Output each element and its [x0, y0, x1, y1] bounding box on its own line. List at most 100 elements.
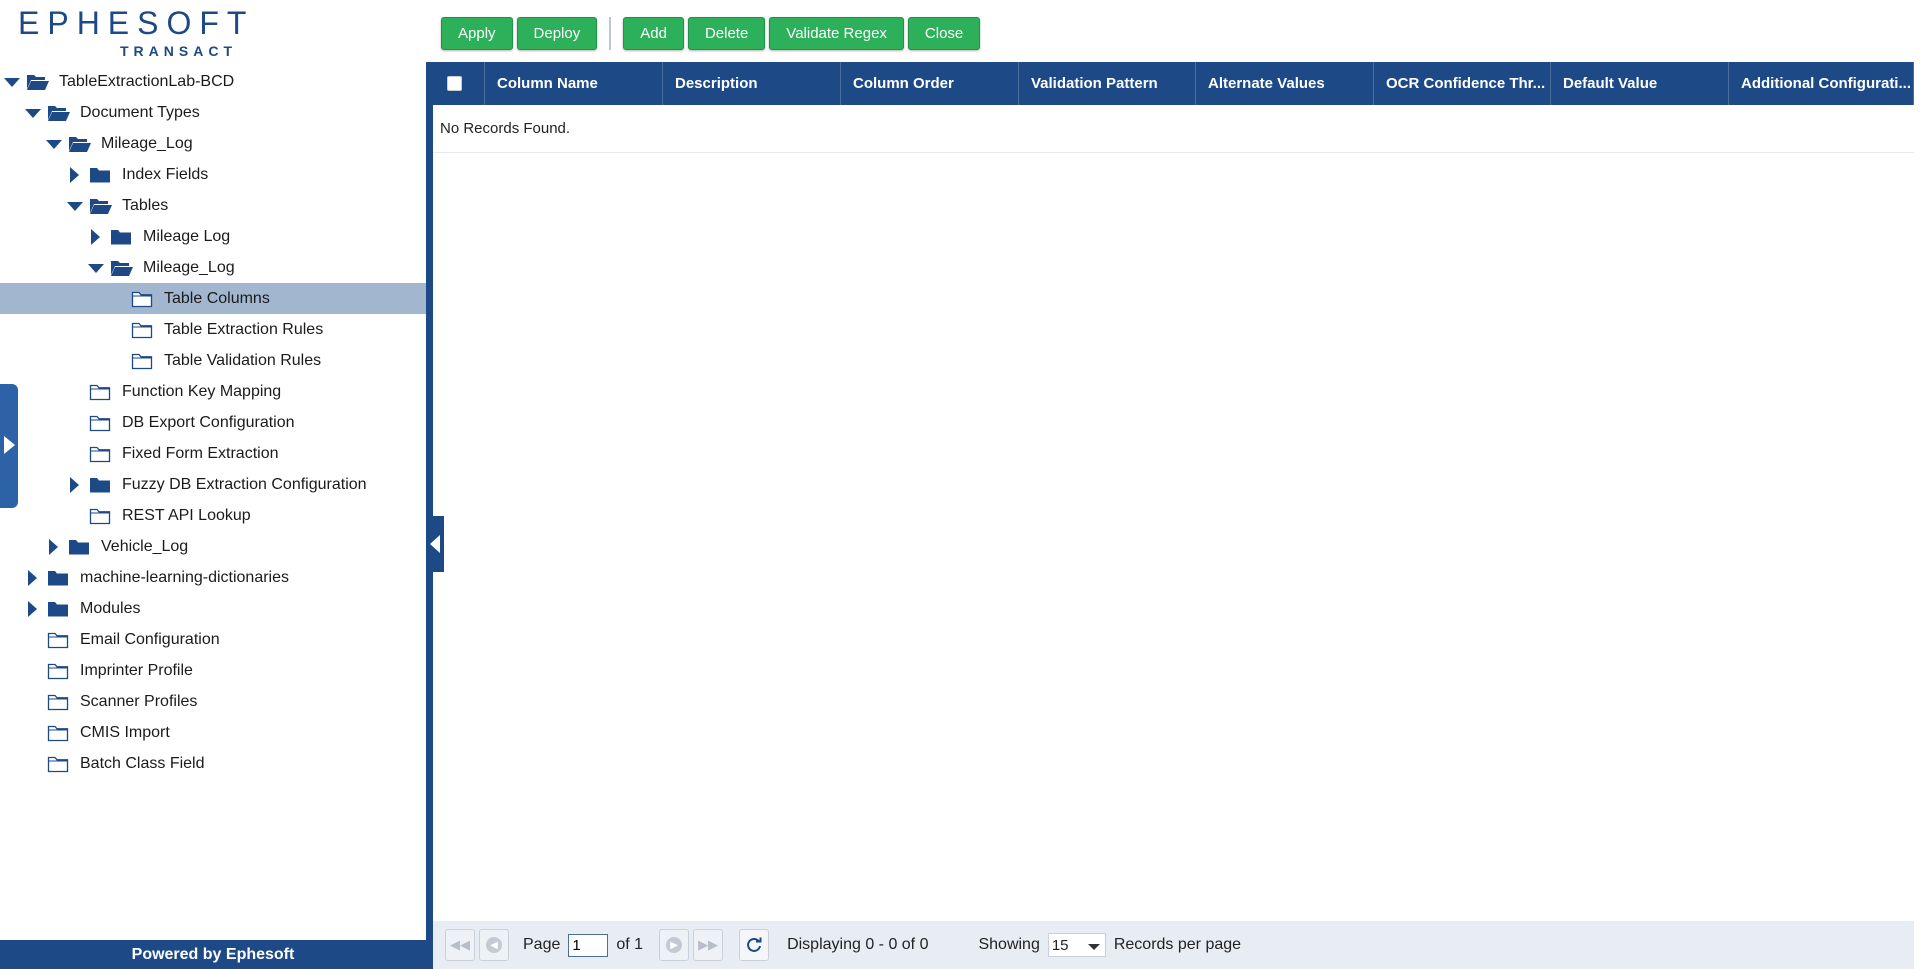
logo-subtitle: TRANSACT	[120, 43, 237, 59]
tree-item-db-export-configuration[interactable]: DB Export Configuration	[0, 407, 426, 438]
column-header-validation-pattern[interactable]: Validation Pattern	[1019, 62, 1196, 105]
open-folder-icon	[26, 73, 49, 90]
records-per-page-label: Records per page	[1113, 936, 1242, 953]
pagination-bar: ◀◀ ◀ Page of 1 ▶ ▶▶ Displaying 0 - 0 of …	[433, 921, 1914, 969]
collapsed-arrow-icon[interactable]	[46, 538, 60, 555]
logo-wordmark: EPHESOFT	[18, 5, 255, 41]
page-number-input[interactable]	[568, 933, 609, 957]
tree-item-mileage-log[interactable]: Mileage Log	[0, 221, 426, 252]
records-per-page-select[interactable]: 15	[1047, 933, 1106, 957]
refresh-icon[interactable]	[739, 929, 770, 961]
tree-item-label: REST API Lookup	[122, 506, 251, 524]
select-all-checkbox[interactable]	[447, 76, 462, 91]
tree-item-mileage-log[interactable]: Mileage_Log	[0, 128, 426, 159]
column-header-column-order[interactable]: Column Order	[841, 62, 1019, 105]
validate-regex-button[interactable]: Validate Regex	[769, 17, 904, 50]
open-folder-icon	[110, 259, 133, 276]
column-header-column-name[interactable]: Column Name	[485, 62, 663, 105]
tree-item-label: DB Export Configuration	[122, 413, 295, 431]
expanded-arrow-icon[interactable]	[46, 136, 62, 152]
folder-outline-icon	[47, 631, 69, 649]
tree-item-label: Table Columns	[164, 289, 270, 307]
tree-item-imprinter-profile[interactable]: Imprinter Profile	[0, 655, 426, 686]
tree-item-tableextractionlab-bcd[interactable]: TableExtractionLab-BCD	[0, 66, 426, 97]
tree-item-scanner-profiles[interactable]: Scanner Profiles	[0, 686, 426, 717]
tree-item-table-columns[interactable]: Table Columns	[0, 283, 426, 314]
folder-outline-icon	[89, 414, 111, 432]
close-button[interactable]: Close	[907, 17, 981, 50]
apply-button[interactable]: Apply	[441, 17, 513, 50]
expanded-arrow-icon[interactable]	[67, 198, 83, 214]
expanded-arrow-icon[interactable]	[88, 260, 104, 276]
column-header-description[interactable]: Description	[663, 62, 841, 105]
deploy-button[interactable]: Deploy	[516, 17, 598, 50]
next-page-icon[interactable]: ▶	[659, 929, 690, 961]
first-page-icon[interactable]: ◀◀	[445, 929, 475, 961]
tree-item-function-key-mapping[interactable]: Function Key Mapping	[0, 376, 426, 407]
grid-header: Column Name Description Column Order Val…	[433, 62, 1914, 105]
folder-outline-icon	[131, 321, 153, 339]
tree-item-rest-api-lookup[interactable]: REST API Lookup	[0, 500, 426, 531]
folder-outline-icon	[89, 507, 111, 525]
tree-item-document-types[interactable]: Document Types	[0, 97, 426, 128]
tree-item-machine-learning-dictionaries[interactable]: machine-learning-dictionaries	[0, 562, 426, 593]
add-button[interactable]: Add	[623, 17, 684, 50]
column-header-alternate-values[interactable]: Alternate Values	[1196, 62, 1374, 105]
tree-item-label: Vehicle_Log	[101, 537, 189, 555]
folder-outline-icon	[131, 352, 153, 370]
expanded-arrow-icon[interactable]	[4, 74, 20, 90]
tree-item-cmis-import[interactable]: CMIS Import	[0, 717, 426, 748]
expand-side-panel-icon[interactable]	[0, 384, 18, 508]
records-per-page-value: 15	[1051, 936, 1069, 954]
showing-label: Showing	[978, 936, 1040, 953]
tree-item-modules[interactable]: Modules	[0, 593, 426, 624]
tree-item-index-fields[interactable]: Index Fields	[0, 159, 426, 190]
tree-item-tables[interactable]: Tables	[0, 190, 426, 221]
tree-item-label: Function Key Mapping	[122, 382, 282, 400]
tree-item-label: Tables	[122, 196, 169, 214]
folder-icon	[47, 569, 69, 586]
tree-item-vehicle-log[interactable]: Vehicle_Log	[0, 531, 426, 562]
tree-item-email-configuration[interactable]: Email Configuration	[0, 624, 426, 655]
tree-item-label: Mileage Log	[143, 227, 231, 245]
previous-page-icon[interactable]: ◀	[479, 929, 509, 961]
toolbar-divider	[609, 17, 612, 50]
tree-item-label: Batch Class Field	[80, 754, 205, 772]
collapsed-arrow-icon[interactable]	[25, 600, 39, 617]
tree-item-label: TableExtractionLab-BCD	[59, 72, 235, 90]
tree-item-batch-class-field[interactable]: Batch Class Field	[0, 748, 426, 779]
column-header-ocr-confidence[interactable]: OCR Confidence Thr...	[1374, 62, 1551, 105]
collapsed-arrow-icon[interactable]	[25, 569, 39, 586]
collapsed-arrow-icon[interactable]	[67, 166, 81, 183]
folder-outline-icon	[131, 290, 153, 308]
open-folder-icon	[89, 197, 112, 214]
delete-button[interactable]: Delete	[687, 17, 766, 50]
tree-item-label: Scanner Profiles	[80, 692, 198, 710]
tree-item-label: Imprinter Profile	[80, 661, 193, 679]
tree-item-label: Index Fields	[122, 165, 209, 183]
tree-item-label: CMIS Import	[80, 723, 170, 741]
tree-item-label: Mileage_Log	[101, 134, 193, 152]
collapsed-arrow-icon[interactable]	[67, 476, 81, 493]
last-page-icon[interactable]: ▶▶	[693, 929, 724, 961]
column-header-additional-configuration[interactable]: Additional Configurati...	[1729, 62, 1914, 105]
tree-item-label: Mileage_Log	[143, 258, 235, 276]
folder-outline-icon	[47, 693, 69, 711]
table-columns-grid: Column Name Description Column Order Val…	[433, 62, 1914, 969]
tree-item-label: Table Validation Rules	[164, 351, 322, 369]
expanded-arrow-icon[interactable]	[25, 105, 41, 121]
tree-item-label: Email Configuration	[80, 630, 220, 648]
folder-outline-icon	[89, 383, 111, 401]
tree-item-fuzzy-db-extraction-configuration[interactable]: Fuzzy DB Extraction Configuration	[0, 469, 426, 500]
column-header-default-value[interactable]: Default Value	[1551, 62, 1729, 105]
collapsed-arrow-icon[interactable]	[88, 228, 102, 245]
tree-item-table-extraction-rules[interactable]: Table Extraction Rules	[0, 314, 426, 345]
tree-item-label: Fuzzy DB Extraction Configuration	[122, 475, 367, 493]
powered-by-footer: Powered by Ephesoft	[0, 940, 426, 969]
tree-item-table-validation-rules[interactable]: Table Validation Rules	[0, 345, 426, 376]
no-records-message: No Records Found.	[440, 120, 571, 137]
ephesoft-logo: EPHESOFT TRANSACT	[18, 5, 255, 59]
open-folder-icon	[68, 135, 91, 152]
tree-item-mileage-log[interactable]: Mileage_Log	[0, 252, 426, 283]
tree-item-fixed-form-extraction[interactable]: Fixed Form Extraction	[0, 438, 426, 469]
